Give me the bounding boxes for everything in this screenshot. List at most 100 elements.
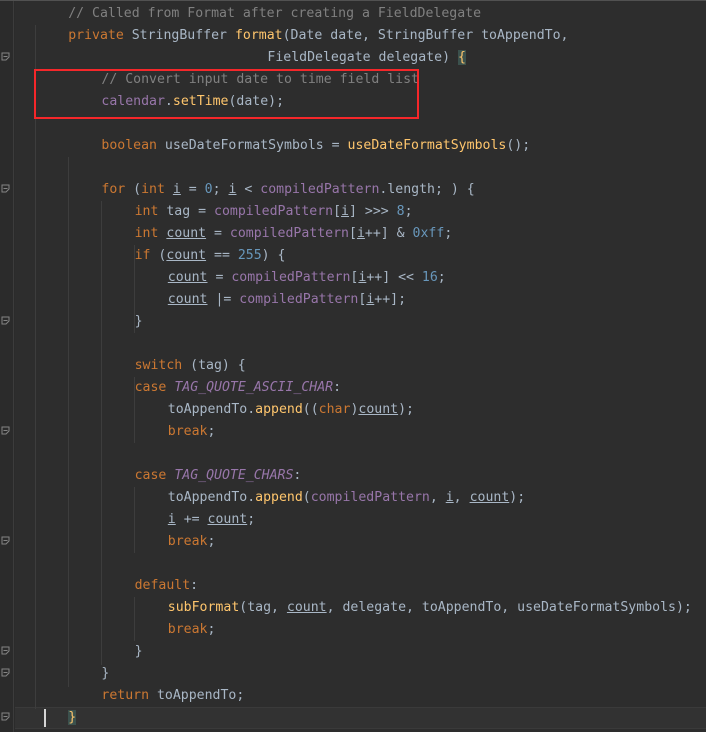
code-line[interactable]: default: xyxy=(135,575,199,597)
fold-marker-icon[interactable] xyxy=(1,536,11,546)
code-line[interactable]: } xyxy=(101,663,109,685)
code-line[interactable]: } xyxy=(135,311,143,333)
code-token: ; xyxy=(207,424,216,439)
code-line[interactable]: int tag = compiledPattern[i] >>> 8; xyxy=(135,201,413,223)
code-token: compiledPattern xyxy=(310,490,430,505)
fold-marker-icon[interactable] xyxy=(1,426,11,436)
code-line[interactable]: boolean useDateFormatSymbols = useDateFo… xyxy=(101,135,530,157)
indent-guide xyxy=(68,157,69,687)
code-editor[interactable]: // Called from Format after creating a F… xyxy=(0,0,706,732)
code-line[interactable]: } xyxy=(68,707,77,729)
code-token: = xyxy=(180,182,205,197)
code-token: } xyxy=(68,710,77,725)
code-token: useDateFormatSymbols = xyxy=(156,138,348,153)
code-line[interactable]: switch (tag) { xyxy=(135,355,246,377)
code-token: append xyxy=(255,402,303,417)
code-line[interactable]: // Convert input date to time field list xyxy=(101,69,419,91)
code-line[interactable]: break; xyxy=(168,619,216,641)
code-line[interactable]: break; xyxy=(168,531,216,553)
code-token: ] >>> xyxy=(349,204,397,219)
code-line[interactable]: toAppendTo.append(compiledPattern, i, co… xyxy=(168,487,525,509)
code-token: : xyxy=(333,380,342,395)
code-token: < xyxy=(236,182,261,197)
code-token: StringBuffer xyxy=(131,28,227,43)
code-token: (tag, xyxy=(239,600,287,615)
code-token: = xyxy=(207,270,232,285)
code-line[interactable]: return toAppendTo; xyxy=(101,685,244,707)
fold-marker-icon[interactable] xyxy=(1,184,11,194)
code-token: compiledPattern xyxy=(239,292,359,307)
code-token: ( xyxy=(150,248,167,263)
code-token: i xyxy=(172,182,181,197)
fold-marker-icon[interactable] xyxy=(1,712,11,722)
code-token: setTime xyxy=(172,94,229,109)
code-token: count xyxy=(166,226,207,241)
code-token: = xyxy=(206,226,230,241)
editor-gutter[interactable] xyxy=(0,1,14,732)
code-line[interactable]: calendar.setTime(date); xyxy=(101,91,284,113)
indent-guide xyxy=(35,25,36,709)
code-token: count xyxy=(286,600,327,615)
fold-marker-icon[interactable] xyxy=(1,646,11,656)
code-token: compiledPattern xyxy=(231,270,351,285)
code-token: |= xyxy=(207,292,240,307)
code-line[interactable]: case TAG_QUOTE_ASCII_CHAR: xyxy=(135,377,341,399)
code-line[interactable]: case TAG_QUOTE_CHARS: xyxy=(135,465,302,487)
fold-marker-icon[interactable] xyxy=(1,316,11,326)
code-line[interactable]: i += count; xyxy=(168,509,255,531)
code-line[interactable]: if (count == 255) { xyxy=(135,245,286,267)
code-token: default xyxy=(134,578,191,593)
code-token: [ xyxy=(333,204,342,219)
code-token: char xyxy=(318,402,351,417)
code-token: count xyxy=(358,402,399,417)
code-token: case xyxy=(134,468,167,483)
code-token: (); xyxy=(506,138,531,153)
code-line[interactable]: toAppendTo.append((char)count); xyxy=(168,399,414,421)
code-token: (date); xyxy=(228,94,285,109)
code-line[interactable]: count |= compiledPattern[i++]; xyxy=(168,289,406,311)
fold-marker-icon[interactable] xyxy=(1,668,11,678)
code-line[interactable]: FieldDelegate delegate) { xyxy=(267,47,466,69)
code-token: compiledPattern xyxy=(229,226,349,241)
code-token: FieldDelegate xyxy=(267,50,371,65)
code-token: // Called from Format after creating a F… xyxy=(68,6,482,21)
code-line[interactable]: for (int i = 0; i < compiledPattern.leng… xyxy=(101,179,474,201)
code-token: count xyxy=(207,512,248,527)
code-token: break xyxy=(167,534,208,549)
code-token: ; xyxy=(212,182,229,197)
code-token: 8 xyxy=(396,204,405,219)
code-token: 16 xyxy=(421,270,438,285)
code-token: ; xyxy=(207,622,216,637)
code-token: count xyxy=(469,490,510,505)
code-token: , xyxy=(453,490,470,505)
code-token: 0 xyxy=(204,182,213,197)
indent-guide xyxy=(134,597,135,641)
code-token: switch xyxy=(134,358,183,373)
code-line[interactable]: } xyxy=(135,641,143,663)
code-token: count xyxy=(167,270,208,285)
code-token: TAG_QUOTE_CHARS xyxy=(174,468,294,483)
code-text-area[interactable]: // Called from Format after creating a F… xyxy=(15,1,706,732)
code-token: ); xyxy=(509,490,526,505)
code-token: int xyxy=(141,182,165,197)
code-line[interactable]: int count = compiledPattern[i++] & 0xff; xyxy=(135,223,453,245)
code-token: break xyxy=(167,622,208,637)
code-token: private xyxy=(68,28,124,43)
code-token: ++]; xyxy=(374,292,407,307)
code-token: } xyxy=(134,314,143,329)
code-line[interactable]: private StringBuffer format(Date date, S… xyxy=(68,25,568,47)
code-token: break xyxy=(167,424,208,439)
code-line[interactable]: count = compiledPattern[i++] << 16; xyxy=(168,267,446,289)
code-line[interactable]: // Called from Format after creating a F… xyxy=(68,3,481,25)
code-line[interactable]: subFormat(tag, count, delegate, toAppend… xyxy=(168,597,692,619)
code-token: toAppendTo; xyxy=(149,688,245,703)
code-token: ; xyxy=(247,512,256,527)
code-line[interactable]: break; xyxy=(168,421,216,443)
code-token: ++] & xyxy=(364,226,413,241)
code-token: i xyxy=(341,204,349,219)
code-token: . xyxy=(164,94,173,109)
code-token: { xyxy=(457,50,466,65)
fold-marker-icon[interactable] xyxy=(1,52,11,62)
code-token: date, xyxy=(322,28,378,43)
